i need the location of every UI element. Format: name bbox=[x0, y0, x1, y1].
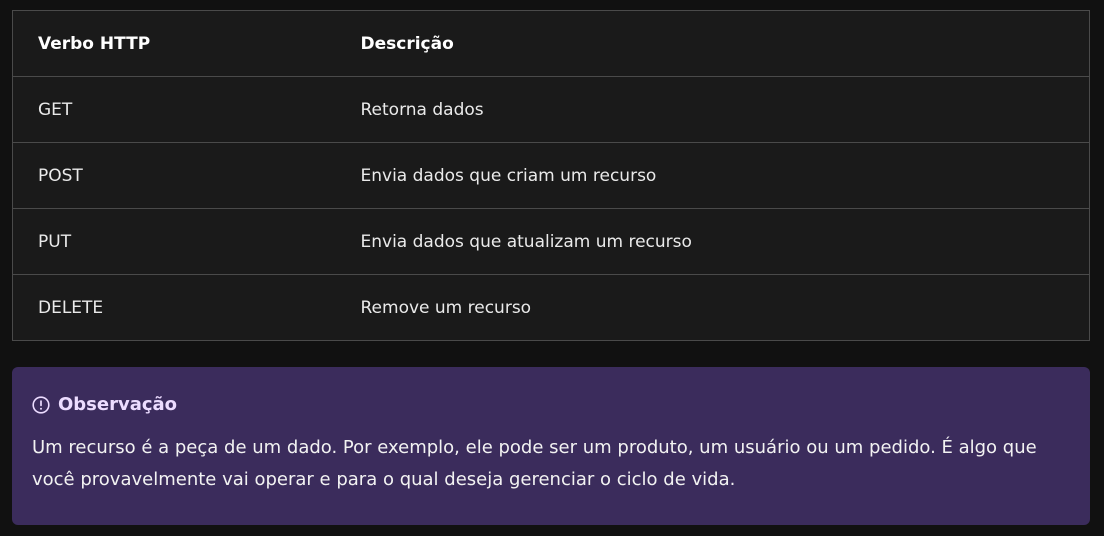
info-circle-icon bbox=[32, 395, 50, 414]
cell-verb: GET bbox=[12, 76, 336, 143]
cell-description: Envia dados que criam um recurso bbox=[335, 142, 1090, 209]
note-title: Observação bbox=[58, 394, 178, 415]
column-header-description: Descrição bbox=[335, 10, 1090, 77]
note-header: Observação bbox=[32, 394, 1070, 415]
cell-description: Remove um recurso bbox=[335, 274, 1090, 341]
table-row: GET Retorna dados bbox=[12, 76, 1090, 143]
cell-description: Retorna dados bbox=[335, 76, 1090, 143]
http-verbs-table: Verbo HTTP Descrição GET Retorna dados P… bbox=[12, 10, 1090, 341]
note-body: Um recurso é a peça de um dado. Por exem… bbox=[32, 437, 1037, 490]
cell-verb: PUT bbox=[12, 208, 336, 275]
table-row: POST Envia dados que criam um recurso bbox=[12, 142, 1090, 209]
table-row: DELETE Remove um recurso bbox=[12, 274, 1090, 341]
note-callout: Observação Um recurso é a peça de um dad… bbox=[12, 367, 1090, 525]
cell-description: Envia dados que atualizam um recurso bbox=[335, 208, 1090, 275]
column-header-verb: Verbo HTTP bbox=[12, 10, 336, 77]
cell-verb: DELETE bbox=[12, 274, 336, 341]
cell-verb: POST bbox=[12, 142, 336, 209]
table-header-row: Verbo HTTP Descrição bbox=[12, 10, 1090, 77]
table-row: PUT Envia dados que atualizam um recurso bbox=[12, 208, 1090, 275]
